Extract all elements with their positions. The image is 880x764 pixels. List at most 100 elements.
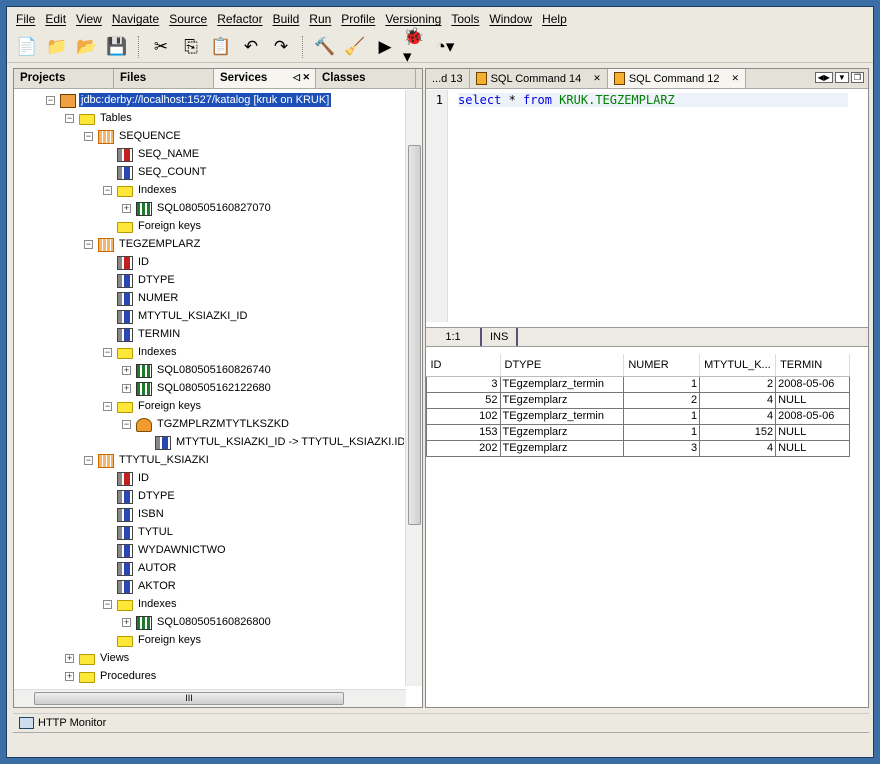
- table-cell[interactable]: TEgzemplarz: [499, 391, 625, 409]
- column-header[interactable]: TERMIN: [775, 354, 850, 377]
- menu-navigate[interactable]: Navigate: [107, 10, 164, 30]
- table-cell[interactable]: 1: [623, 423, 701, 441]
- tree-node[interactable]: ISBN: [14, 506, 404, 524]
- menu-source[interactable]: Source: [164, 10, 212, 30]
- menu-tools[interactable]: Tools: [446, 10, 484, 30]
- tree-node[interactable]: AUTOR: [14, 560, 404, 578]
- table-cell[interactable]: 4: [699, 391, 777, 409]
- menu-profile[interactable]: Profile: [336, 10, 380, 30]
- menu-window[interactable]: Window: [484, 10, 537, 30]
- tree-node[interactable]: − TTYTUL_KSIAZKI: [14, 452, 404, 470]
- tree-node[interactable]: − Tables: [14, 110, 404, 128]
- tree-node[interactable]: Foreign keys: [14, 218, 404, 236]
- menu-help[interactable]: Help: [537, 10, 572, 30]
- http-monitor-tab[interactable]: HTTP Monitor: [13, 713, 869, 733]
- table-cell[interactable]: NULL: [775, 439, 850, 457]
- tree-node[interactable]: ID: [14, 254, 404, 272]
- tab-list-icon[interactable]: ▼: [834, 72, 849, 83]
- clean-build-button[interactable]: 🧹: [343, 35, 367, 59]
- menu-view[interactable]: View: [71, 10, 107, 30]
- table-cell[interactable]: 102: [426, 407, 501, 425]
- open-project-button[interactable]: 📂: [75, 35, 99, 59]
- new-project-button[interactable]: 📁: [45, 35, 69, 59]
- code-editor[interactable]: 1 select * from KRUK.TEGZEMPLARZ: [426, 90, 868, 322]
- expand-icon[interactable]: +: [122, 384, 131, 393]
- paste-button[interactable]: 📋: [209, 35, 233, 59]
- tree-node[interactable]: + Procedures: [14, 668, 404, 686]
- tab-files[interactable]: Files: [114, 69, 214, 88]
- table-cell[interactable]: 152: [699, 423, 777, 441]
- collapse-icon[interactable]: −: [103, 186, 112, 195]
- scroll-thumb[interactable]: III: [34, 692, 344, 705]
- save-all-button[interactable]: 💾: [105, 35, 129, 59]
- menu-build[interactable]: Build: [268, 10, 305, 30]
- table-cell[interactable]: 52: [426, 391, 501, 409]
- tree-node[interactable]: TERMIN: [14, 326, 404, 344]
- sql-code-line[interactable]: select * from KRUK.TEGZEMPLARZ: [458, 93, 848, 107]
- close-icon[interactable]: ✕: [732, 73, 740, 84]
- tree-node[interactable]: AKTOR: [14, 578, 404, 596]
- table-cell[interactable]: TEgzemplarz: [499, 439, 625, 457]
- scroll-tabs-left-icon[interactable]: ◀▶: [814, 72, 833, 83]
- table-row[interactable]: 3 TEgzemplarz_termin 1 2 2008-05-06: [426, 375, 850, 393]
- tree-node[interactable]: + SQL080505162122680: [14, 380, 404, 398]
- table-cell[interactable]: 2008-05-06: [775, 375, 850, 393]
- new-file-button[interactable]: 📄: [15, 35, 39, 59]
- column-header[interactable]: NUMER: [623, 354, 701, 377]
- undo-button[interactable]: ↶: [239, 35, 263, 59]
- column-header[interactable]: MTYTUL_K...: [699, 354, 777, 377]
- column-header[interactable]: ID: [426, 354, 501, 377]
- tree-node[interactable]: DTYPE: [14, 272, 404, 290]
- tab-projects[interactable]: Projects: [14, 69, 114, 88]
- table-cell[interactable]: 2008-05-06: [775, 407, 850, 425]
- maximize-icon[interactable]: ❐: [850, 72, 864, 83]
- table-cell[interactable]: 2: [699, 375, 777, 393]
- copy-button[interactable]: ⎘: [179, 35, 203, 59]
- tree-node[interactable]: − TGZMPLRZMTYTLKSZKD: [14, 416, 404, 434]
- table-cell[interactable]: 4: [699, 407, 777, 425]
- table-row[interactable]: 202 TEgzemplarz 3 4 NULL: [426, 439, 850, 457]
- table-cell[interactable]: 4: [699, 439, 777, 457]
- tree-node[interactable]: + SQL080505160826740: [14, 362, 404, 380]
- collapse-icon[interactable]: −: [103, 348, 112, 357]
- debug-button[interactable]: 🐞▾: [403, 27, 427, 66]
- expand-icon[interactable]: +: [65, 672, 74, 681]
- table-cell[interactable]: TEgzemplarz_termin: [499, 375, 625, 393]
- table-cell[interactable]: TEgzemplarz: [499, 423, 625, 441]
- collapse-icon[interactable]: −: [84, 132, 93, 141]
- expand-icon[interactable]: +: [122, 366, 131, 375]
- tree-node[interactable]: + SQL080505160827070: [14, 200, 404, 218]
- table-cell[interactable]: 153: [426, 423, 501, 441]
- tree-node[interactable]: DTYPE: [14, 488, 404, 506]
- table-row[interactable]: 52 TEgzemplarz 2 4 NULL: [426, 391, 850, 409]
- collapse-icon[interactable]: −: [46, 96, 55, 105]
- tree-node[interactable]: SEQ_NAME: [14, 146, 404, 164]
- tree-node[interactable]: − jdbc:derby://localhost:1527/katalog [kr…: [14, 92, 404, 110]
- collapse-icon[interactable]: −: [65, 114, 74, 123]
- tree-node[interactable]: NUMER: [14, 290, 404, 308]
- tree-node[interactable]: + SQL080505160826800: [14, 614, 404, 632]
- tree-node[interactable]: SEQ_COUNT: [14, 164, 404, 182]
- tree-horizontal-scrollbar[interactable]: III: [14, 689, 406, 707]
- menu-edit[interactable]: Edit: [40, 10, 71, 30]
- close-icon[interactable]: ✕: [593, 73, 601, 84]
- table-cell[interactable]: NULL: [775, 423, 850, 441]
- tree-node[interactable]: ID: [14, 470, 404, 488]
- collapse-icon[interactable]: −: [122, 420, 131, 429]
- editor-tab[interactable]: SQL Command 12 ✕: [607, 69, 747, 88]
- table-cell[interactable]: 3: [623, 439, 701, 457]
- collapse-icon[interactable]: −: [84, 456, 93, 465]
- table-cell[interactable]: 2: [623, 391, 701, 409]
- collapse-icon[interactable]: −: [103, 402, 112, 411]
- table-row[interactable]: 102 TEgzemplarz_termin 1 4 2008-05-06: [426, 407, 850, 425]
- scroll-thumb[interactable]: [408, 145, 421, 525]
- tree-node[interactable]: − Indexes: [14, 596, 404, 614]
- table-cell[interactable]: NULL: [775, 391, 850, 409]
- table-row[interactable]: 153 TEgzemplarz 1 152 NULL: [426, 423, 850, 441]
- collapse-icon[interactable]: −: [103, 600, 112, 609]
- expand-icon[interactable]: +: [65, 654, 74, 663]
- tree-node[interactable]: − TEGZEMPLARZ: [14, 236, 404, 254]
- expand-icon[interactable]: +: [122, 204, 131, 213]
- tree-node[interactable]: − Indexes: [14, 344, 404, 362]
- close-icon[interactable]: ◁ ✕: [293, 72, 310, 83]
